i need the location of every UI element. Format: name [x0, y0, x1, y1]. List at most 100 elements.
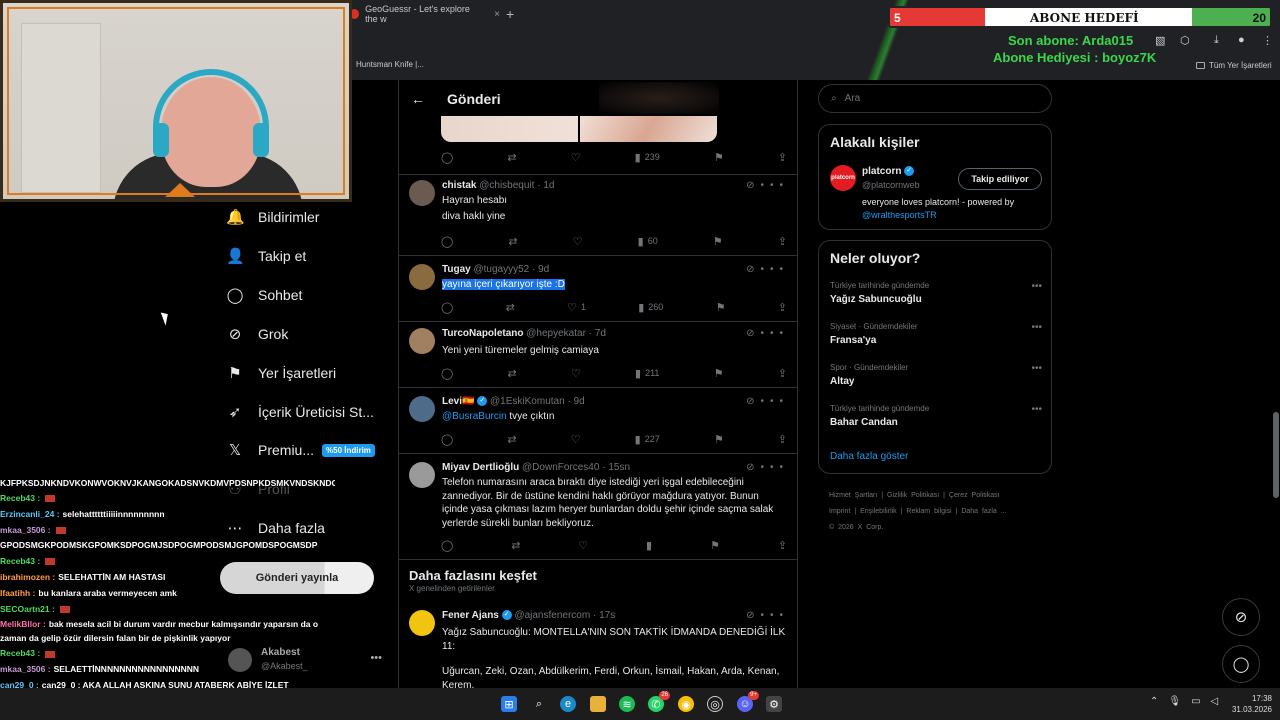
- edge-icon[interactable]: e: [560, 696, 576, 712]
- trend-item[interactable]: Siyaset · Gündemdekiler Fransa'ya •••: [830, 322, 1042, 346]
- grok-more-icons[interactable]: ⊘•••: [746, 264, 789, 275]
- like-button[interactable]: ♡: [573, 234, 583, 248]
- share-button[interactable]: ⇪: [778, 300, 787, 314]
- media-image-1[interactable]: [441, 116, 578, 142]
- share-button[interactable]: ⇪: [778, 366, 787, 380]
- bookmark-button[interactable]: ⚑: [714, 432, 724, 446]
- tweet-author[interactable]: Miyav Dertlioğlu: [442, 462, 519, 473]
- spotify-icon[interactable]: ≋: [619, 696, 635, 712]
- footer-link[interactable]: Erişilebilirlik: [860, 508, 897, 515]
- tweet-author[interactable]: Levi🇪🇸: [442, 396, 474, 407]
- share-button[interactable]: ⇪: [778, 538, 787, 552]
- new-tab-button[interactable]: +: [506, 4, 514, 24]
- tweet-author[interactable]: Fener Ajans: [442, 610, 499, 621]
- tweet-mention[interactable]: @BusraBurcin: [442, 411, 507, 422]
- footer-link[interactable]: Daha fazla ...: [961, 508, 1006, 515]
- retweet-button[interactable]: ⇄: [507, 150, 516, 164]
- search-icon[interactable]: ⌕: [531, 696, 547, 712]
- nav-item-4[interactable]: ⚑ Yer İşaretleri: [226, 361, 336, 385]
- like-button[interactable]: ♡ 1: [567, 300, 586, 314]
- like-button[interactable]: ♡: [571, 432, 581, 446]
- tray-chevron-icon[interactable]: ⌃: [1150, 696, 1158, 707]
- footer-link[interactable]: Gizlilik Politikası: [887, 492, 939, 499]
- profile-icon[interactable]: ●: [1238, 34, 1245, 46]
- retweet-button[interactable]: ⇄: [506, 300, 515, 314]
- following-button[interactable]: Takip ediliyor: [958, 168, 1042, 190]
- reply-button[interactable]: ◯: [441, 300, 453, 314]
- steam-icon[interactable]: ◎: [707, 696, 723, 712]
- avatar[interactable]: [409, 610, 435, 636]
- grok-more-icons[interactable]: ⊘•••: [746, 610, 789, 621]
- extension-icon[interactable]: ▧: [1155, 34, 1165, 47]
- views-button[interactable]: ▮: [646, 538, 652, 552]
- nav-item-6[interactable]: 𝕏 Premiu... %50 İndirim: [226, 438, 375, 462]
- like-button[interactable]: ♡: [578, 538, 588, 552]
- grok-fab-icon[interactable]: ⊘: [1222, 598, 1260, 636]
- bookmark-button[interactable]: ⚑: [713, 234, 723, 248]
- promo-badge[interactable]: %50 İndirim: [322, 443, 375, 457]
- like-button[interactable]: ♡: [571, 366, 581, 380]
- bio-mention[interactable]: @wralthesportsTR: [862, 210, 937, 220]
- share-button[interactable]: ⇪: [778, 432, 787, 446]
- show-more-link[interactable]: Daha fazla göster: [830, 451, 908, 462]
- nav-item-0[interactable]: 🔔 Bildirimler: [226, 205, 319, 229]
- nav-item-2[interactable]: ◯ Sohbet: [226, 283, 303, 307]
- avatar[interactable]: [409, 180, 435, 206]
- file-explorer-icon[interactable]: [590, 696, 606, 712]
- chrome-icon[interactable]: ◉: [678, 696, 694, 712]
- tweet-author[interactable]: Tugay: [442, 264, 471, 275]
- grok-more-icons[interactable]: ⊘•••: [746, 180, 789, 191]
- avatar[interactable]: [409, 328, 435, 354]
- all-bookmarks[interactable]: Tüm Yer İşaretleri: [1196, 61, 1272, 70]
- trend-item[interactable]: Türkiye tarihinde gündemde Bahar Candan ••…: [830, 404, 1042, 428]
- post-media[interactable]: [441, 116, 717, 142]
- tab-geoguessr[interactable]: GeoGuessr - Let's explore the w ×: [350, 4, 500, 24]
- views-button[interactable]: ▮ 260: [638, 300, 663, 314]
- more-dots-icon[interactable]: •••: [1031, 281, 1042, 292]
- tweet-author[interactable]: chistak: [442, 180, 476, 191]
- network-icon[interactable]: ▭: [1191, 696, 1200, 707]
- retweet-button[interactable]: ⇄: [508, 234, 517, 248]
- puzzle-icon[interactable]: ⬡: [1180, 34, 1190, 47]
- retweet-button[interactable]: ⇄: [511, 538, 520, 552]
- footer-link[interactable]: Çerez Politikası: [949, 492, 1000, 499]
- volume-icon[interactable]: ◁: [1211, 696, 1219, 707]
- views-button[interactable]: ▮ 60: [638, 234, 658, 248]
- bookmark-button[interactable]: ⚑: [714, 150, 724, 164]
- whatsapp-icon[interactable]: ✆ 26: [648, 691, 670, 712]
- views-button[interactable]: ▮ 227: [635, 432, 660, 446]
- more-dots-icon[interactable]: •••: [1031, 363, 1042, 374]
- nav-item-1[interactable]: 👤 Takip et: [226, 244, 306, 268]
- discord-icon[interactable]: ☺ 9+: [737, 691, 759, 712]
- trend-item[interactable]: Spor · Gündemdekiler Altay •••: [830, 363, 1042, 387]
- retweet-button[interactable]: ⇄: [508, 366, 517, 380]
- bookmark-button[interactable]: ⚑: [716, 300, 726, 314]
- system-clock[interactable]: 17:38 31.03.2026: [1228, 693, 1272, 715]
- bookmark-button[interactable]: ⚑: [710, 538, 720, 552]
- messages-fab-icon[interactable]: ◯: [1222, 645, 1260, 683]
- avatar[interactable]: [409, 396, 435, 422]
- close-tab-icon[interactable]: ×: [494, 9, 500, 20]
- reply-button[interactable]: ◯: [441, 432, 453, 446]
- settings-icon[interactable]: ⚙: [766, 696, 782, 712]
- trend-item[interactable]: Türkiye tarihinde gündemde Yağız Sabuncuo…: [830, 281, 1042, 305]
- scrollbar[interactable]: [1273, 412, 1279, 498]
- retweet-button[interactable]: ⇄: [507, 432, 516, 446]
- reply-button[interactable]: ◯: [441, 366, 453, 380]
- footer-link[interactable]: Hizmet Şartları: [829, 492, 877, 499]
- avatar[interactable]: [409, 264, 435, 290]
- more-dots-icon[interactable]: •••: [1031, 404, 1042, 415]
- nav-item-5[interactable]: ➶ İçerik Üreticisi St...: [226, 400, 374, 424]
- grok-more-icons[interactable]: ⊘•••: [746, 396, 789, 407]
- more-dots-icon[interactable]: •••: [370, 652, 382, 664]
- like-button[interactable]: ♡: [571, 150, 581, 164]
- microphone-icon[interactable]: 🎙: [1168, 696, 1181, 707]
- footer-link[interactable]: © 2026 X Corp.: [829, 524, 883, 531]
- grok-more-icons[interactable]: ⊘•••: [746, 462, 789, 473]
- menu-icon[interactable]: ⋮: [1262, 34, 1273, 47]
- reply-button[interactable]: ◯: [441, 234, 453, 248]
- back-arrow-icon[interactable]: ←: [411, 91, 425, 107]
- views-button[interactable]: ▮ 239: [635, 150, 660, 164]
- bookmark-huntsman[interactable]: Huntsman Knife |...: [345, 60, 424, 69]
- download-icon[interactable]: ⤓: [1214, 34, 1219, 47]
